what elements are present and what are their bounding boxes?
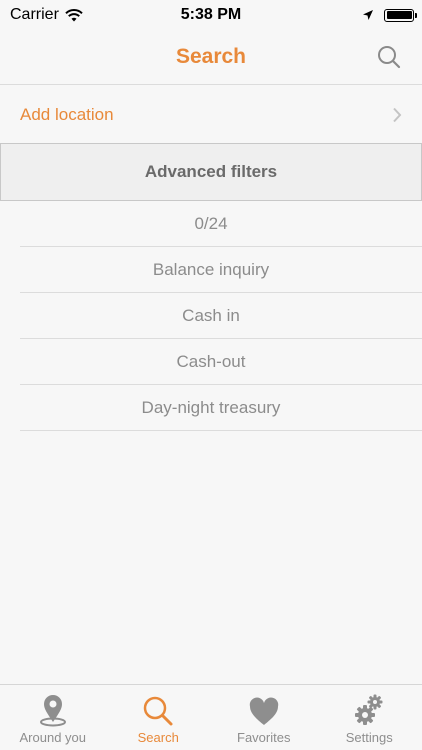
advanced-filters-button[interactable]: Advanced filters — [0, 143, 422, 201]
search-icon — [144, 696, 173, 726]
status-right — [362, 8, 417, 22]
location-arrow-icon — [363, 10, 373, 20]
gear-icon — [355, 694, 383, 725]
chevron-right-icon — [393, 107, 402, 122]
filter-item-day-night-treasury[interactable]: Day-night treasury — [20, 385, 422, 431]
tab-label: Settings — [345, 730, 393, 745]
tab-label: Favorites — [237, 730, 291, 745]
tab-around-you[interactable]: Around you — [0, 685, 106, 750]
add-location-label: Add location — [20, 104, 114, 124]
carrier-label: Carrier — [10, 6, 59, 23]
tab-settings[interactable]: Settings — [317, 685, 422, 750]
add-location-row[interactable]: Add location — [0, 86, 422, 143]
page-title: Search — [175, 45, 247, 68]
filter-count: 0/24 — [20, 201, 422, 247]
navigation-bar: Search — [0, 30, 422, 85]
status-left: Carrier — [10, 6, 83, 24]
tab-search[interactable]: Search — [106, 685, 212, 750]
tab-label: Around you — [19, 730, 87, 745]
tab-label: Search — [137, 730, 179, 745]
filter-item-cash-out[interactable]: Cash-out — [20, 339, 422, 385]
battery-icon — [384, 8, 417, 22]
status-bar: Carrier 5:38 PM — [0, 0, 422, 30]
heart-icon — [249, 697, 278, 725]
wifi-icon — [65, 8, 83, 21]
location-pin-icon — [39, 695, 66, 727]
search-icon[interactable] — [376, 44, 402, 70]
tab-favorites[interactable]: Favorites — [211, 685, 317, 750]
filter-item-balance-inquiry[interactable]: Balance inquiry — [20, 247, 422, 293]
tab-bar: Around you Search Favorites Settings — [0, 684, 422, 750]
filter-list: 0/24 Balance inquiry Cash in Cash-out Da… — [20, 201, 422, 431]
filter-item-cash-in[interactable]: Cash in — [20, 293, 422, 339]
